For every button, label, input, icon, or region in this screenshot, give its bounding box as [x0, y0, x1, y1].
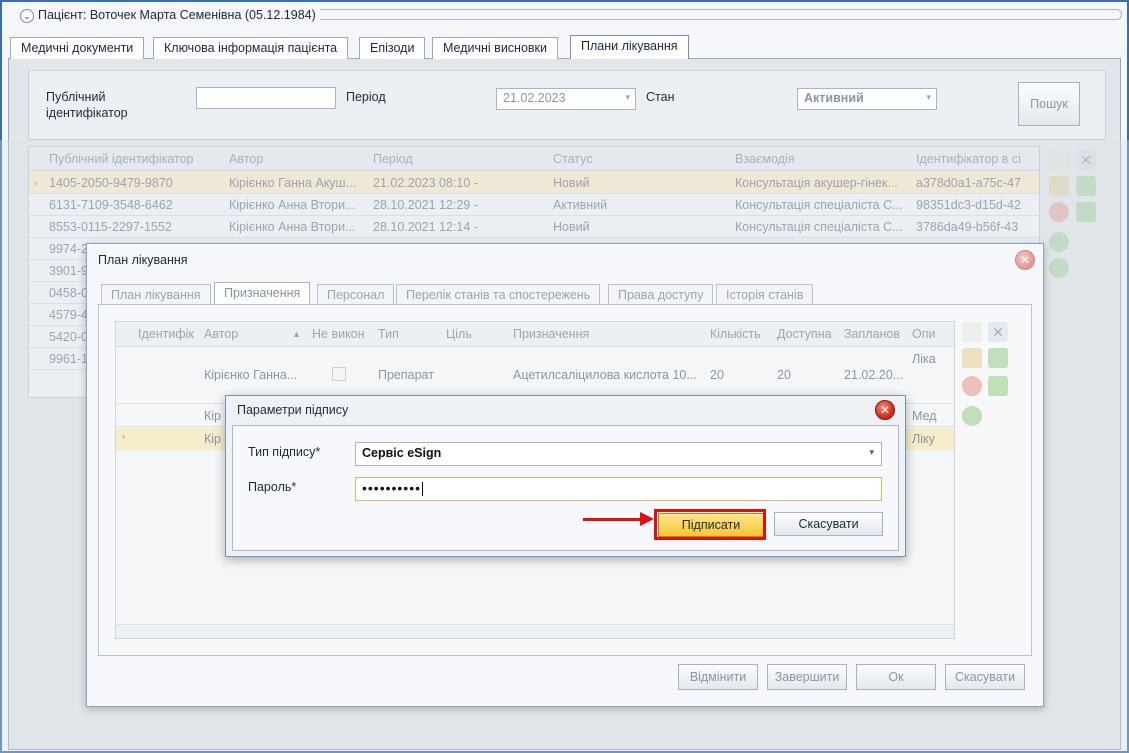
period-label: Період — [346, 90, 386, 104]
public-id-label: Публічний ідентифікатор — [46, 90, 128, 120]
delete-icon[interactable] — [962, 376, 982, 396]
tab-episodes[interactable]: Епізоди — [359, 37, 426, 59]
password-label: Пароль* — [248, 480, 297, 494]
tab-access-rights[interactable]: Права доступу — [608, 284, 714, 305]
cell-type: Препарат — [378, 368, 434, 382]
tab-state-history[interactable]: Історія станів — [716, 284, 814, 305]
state-select[interactable]: Активний ▾ — [797, 88, 937, 110]
tab-treatment-plans[interactable]: Плани лікування — [570, 35, 689, 59]
tab-key-patient-info[interactable]: Ключова інформація пацієнта — [153, 37, 349, 59]
cell-quantity: 20 — [710, 368, 724, 382]
row-indicator-icon: › — [122, 431, 125, 441]
close-icon[interactable]: ✕ — [875, 400, 895, 420]
password-input[interactable]: •••••••••• — [355, 477, 882, 501]
state-value: Активний — [804, 91, 864, 105]
cell-assignment: Ацетилсаліцилова кислота 10... — [513, 368, 697, 382]
text-cursor — [422, 482, 424, 497]
tab-medical-documents[interactable]: Медичні документи — [10, 37, 145, 59]
tab-conditions-observations[interactable]: Перелік станів та спостережень — [396, 284, 601, 305]
add-document-icon[interactable] — [962, 322, 982, 342]
treatment-plan-dialog-title: План лікування — [98, 253, 188, 267]
col-description[interactable]: Опи — [912, 327, 942, 341]
password-value: •••••••••• — [362, 480, 422, 496]
annotation-highlight-box — [654, 509, 766, 540]
state-label: Стан — [646, 90, 675, 104]
folder-icon[interactable] — [962, 348, 982, 368]
col-planned[interactable]: Запланов — [844, 327, 906, 341]
assignments-grid-header: Ідентифік Автор ▲ Не викон Тип Ціль Приз… — [116, 322, 954, 347]
not-done-checkbox[interactable] — [332, 367, 346, 381]
flag-icon[interactable] — [988, 376, 1008, 396]
assignments-side-toolbar: ✕ — [960, 322, 1020, 432]
signature-dialog-title: Параметри підпису — [237, 403, 349, 417]
col-author[interactable]: Автор — [204, 327, 238, 341]
col-quantity[interactable]: Кількість — [710, 327, 761, 341]
dropdown-arrow-icon: ▾ — [625, 92, 630, 102]
sign-type-select[interactable]: Сервіс eSign ▾ — [355, 442, 882, 466]
search-button[interactable]: Пошук — [1018, 82, 1080, 126]
horizontal-scrollbar[interactable] — [116, 624, 954, 638]
collapse-chevron-icon[interactable]: ⌄ — [20, 9, 34, 23]
close-icon[interactable]: ✕ — [1015, 250, 1035, 270]
dropdown-arrow-icon: ▾ — [926, 92, 931, 102]
period-input[interactable]: 21.02.2023 ▾ — [496, 88, 636, 110]
col-not-done[interactable]: Не викон — [312, 327, 372, 341]
ok-button[interactable]: Ок — [856, 664, 936, 690]
finish-button[interactable]: Завершити — [767, 664, 847, 690]
cell-planned: 21.02.20... — [844, 368, 904, 382]
cell-author: Кір — [204, 409, 222, 423]
public-id-input[interactable] — [196, 87, 336, 109]
refresh-icon[interactable] — [988, 348, 1008, 368]
cell-description: Ліку — [912, 432, 935, 446]
patient-group-border — [302, 9, 1122, 20]
col-id[interactable]: Ідентифік — [138, 327, 198, 341]
col-available[interactable]: Доступна — [777, 327, 832, 341]
cell-description: Ліка — [912, 352, 936, 366]
sort-up-icon: ▲ — [292, 329, 301, 339]
cell-description: Мед — [912, 409, 937, 423]
tab-assignments[interactable]: Призначення — [214, 282, 311, 305]
sign-type-value: Сервіс eSign — [362, 446, 442, 460]
cancel-button[interactable]: Скасувати — [945, 664, 1025, 690]
col-assignment[interactable]: Призначення — [513, 327, 589, 341]
col-goal[interactable]: Ціль — [446, 327, 472, 341]
col-type[interactable]: Тип — [378, 327, 399, 341]
patient-title: Пацієнт: Воточек Марта Семенівна (05.12.… — [38, 8, 320, 22]
status-green-icon[interactable] — [962, 406, 982, 426]
cell-available: 20 — [777, 368, 791, 382]
undo-button[interactable]: Відмінити — [678, 664, 758, 690]
cell-author: Кірієнко Ганна... — [204, 368, 298, 382]
dropdown-arrow-icon: ▾ — [869, 447, 874, 457]
tools-icon[interactable]: ✕ — [988, 322, 1008, 342]
period-value: 21.02.2023 — [503, 91, 566, 105]
tab-medical-conclusions[interactable]: Медичні висновки — [432, 37, 558, 59]
annotation-arrow — [583, 518, 643, 521]
tab-personnel[interactable]: Персонал — [317, 284, 395, 305]
sign-type-label: Тип підпису* — [248, 445, 321, 459]
annotation-arrow-head — [640, 512, 654, 526]
tab-plan[interactable]: План лікування — [101, 284, 211, 305]
cell-author: Кір — [204, 432, 222, 446]
cancel-sign-button[interactable]: Скасувати — [774, 512, 883, 536]
